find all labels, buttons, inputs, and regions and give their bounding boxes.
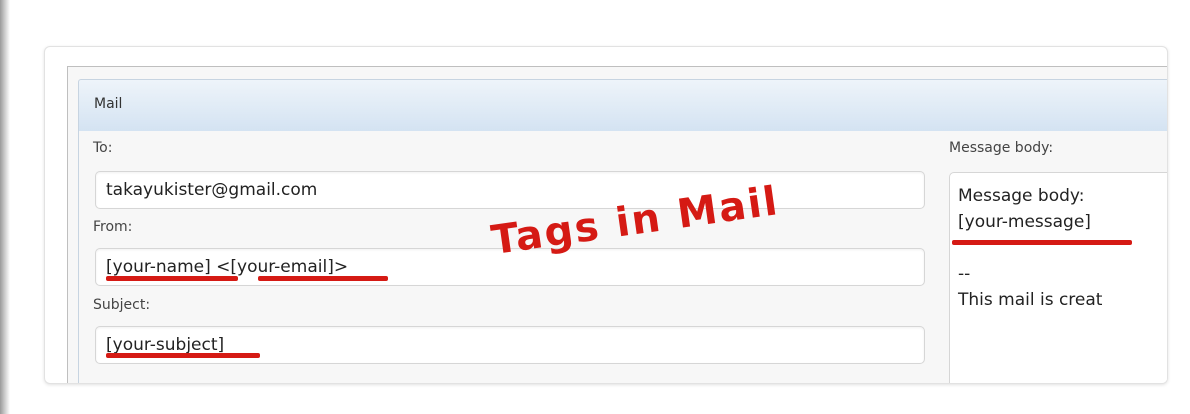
page-edge-shadow — [0, 0, 10, 414]
from-suffix: > — [333, 257, 349, 277]
from-tag-name: [your-name] — [106, 257, 211, 277]
highlight-underline-name — [106, 276, 238, 281]
message-body-tag: [your-message] — [958, 212, 1091, 232]
highlight-underline-subject — [106, 353, 260, 358]
message-body-text: -- This mail is creat — [958, 264, 1103, 310]
message-body-label: Message body: — [949, 140, 1054, 156]
message-body-textarea[interactable]: Message body: [your-message] -- This mai… — [949, 172, 1167, 383]
subject-label: Subject: — [93, 297, 151, 313]
message-body-heading: Message body: — [958, 186, 1085, 206]
from-separator: < — [210, 257, 231, 277]
subject-value: [your-subject] — [106, 335, 225, 355]
to-value: takayukister@gmail.com — [106, 180, 318, 200]
to-label: To: — [93, 140, 113, 156]
highlight-underline-email — [258, 276, 388, 281]
from-tag-email: [your-email] — [230, 257, 334, 277]
mail-panel-body: To: takayukister@gmail.com From: [your-n… — [78, 131, 1167, 383]
subject-field[interactable]: [your-subject] — [95, 326, 925, 364]
from-label: From: — [93, 219, 133, 235]
mail-panel-header: Mail — [78, 79, 1167, 131]
to-field[interactable]: takayukister@gmail.com — [95, 171, 925, 209]
highlight-underline-message — [952, 240, 1132, 245]
panel-title: Mail — [94, 96, 123, 112]
